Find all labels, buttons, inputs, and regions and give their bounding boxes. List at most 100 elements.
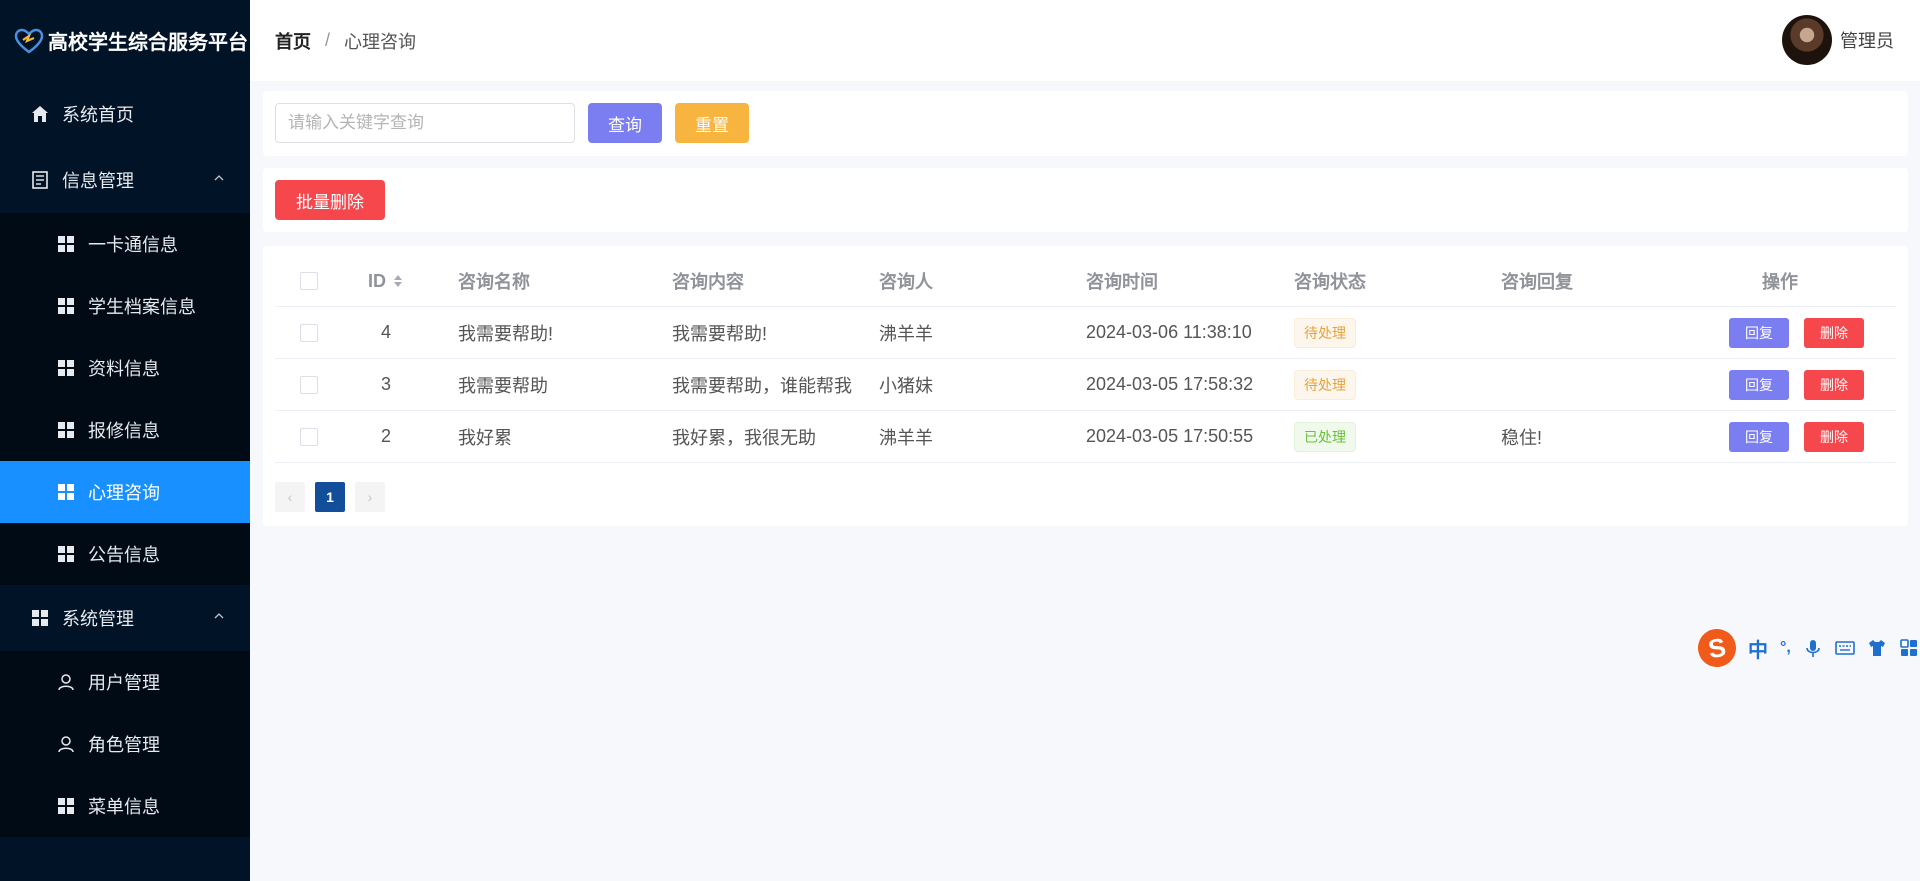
sidebar-submenu-system: 用户管理 角色管理 菜单信息	[0, 651, 250, 837]
row-checkbox[interactable]	[300, 427, 318, 446]
query-button[interactable]: 查询	[588, 103, 662, 143]
status-badge: 已处理	[1294, 421, 1356, 452]
app-logo[interactable]: 高校学生综合服务平台	[0, 0, 250, 81]
reply-button[interactable]: 回复	[1729, 369, 1789, 400]
cell-id: 3	[380, 374, 391, 394]
cell-name: 我需要帮助!	[458, 323, 554, 344]
header-person: 咨询人	[879, 272, 933, 292]
delete-button[interactable]: 删除	[1804, 369, 1864, 400]
sidebar-group-label: 信息管理	[62, 171, 134, 191]
sidebar-item-materials[interactable]: 资料信息	[0, 337, 250, 399]
cell-content: 我需要帮助，谁能帮我	[672, 375, 852, 396]
ime-language-toggle[interactable]: 中	[1748, 634, 1768, 663]
grid-icon	[58, 422, 74, 438]
chevron-up-icon	[214, 613, 224, 619]
grid-icon	[58, 484, 74, 500]
sidebar-item-menus[interactable]: 菜单信息	[0, 775, 250, 837]
table-header-row: ID 咨询名称 咨询内容 咨询人 咨询时间 咨询状态 咨询回复 操作	[275, 256, 1896, 307]
cell-person: 沸羊羊	[879, 427, 933, 448]
header-ops: 操作	[1762, 272, 1798, 292]
sidebar-item-notice[interactable]: 公告信息	[0, 523, 250, 585]
header-id-label: ID	[368, 270, 386, 291]
user-menu[interactable]: 管理员	[1782, 15, 1894, 65]
user-name[interactable]: 管理员	[1840, 27, 1894, 53]
sidebar-submenu-info: 一卡通信息 学生档案信息 资料信息 报修信息 心理咨询 公告信息	[0, 213, 250, 585]
sidebar-group-label: 系统管理	[62, 609, 134, 629]
row-select-cell	[300, 359, 318, 410]
cell-ops: 回复 删除	[1729, 307, 1879, 358]
apps-icon[interactable]	[1899, 638, 1919, 658]
sidebar-item-users[interactable]: 用户管理	[0, 651, 250, 713]
sidebar-group-system[interactable]: 系统管理	[0, 585, 250, 651]
sidebar-item-counseling[interactable]: 心理咨询	[0, 461, 250, 523]
search-panel: 查询 重置	[263, 91, 1908, 156]
select-all-checkbox[interactable]	[300, 272, 318, 290]
reply-button[interactable]: 回复	[1729, 421, 1789, 452]
header-time: 咨询时间	[1086, 272, 1158, 292]
table-row: 4 我需要帮助! 我需要帮助! 沸羊羊 2024-03-06 11:38:10 …	[275, 307, 1896, 359]
table-row: 3 我需要帮助 我需要帮助，谁能帮我 小猪妹 2024-03-05 17:58:…	[275, 359, 1896, 411]
shirt-icon[interactable]	[1867, 638, 1887, 658]
sidebar-item-label: 菜单信息	[88, 797, 160, 817]
reset-button[interactable]: 重置	[675, 103, 749, 143]
sidebar-item-label: 用户管理	[88, 673, 160, 693]
breadcrumb-separator: /	[325, 30, 331, 50]
avatar[interactable]	[1782, 15, 1832, 65]
header-name: 咨询名称	[458, 272, 530, 292]
sidebar-item-label: 一卡通信息	[88, 235, 178, 255]
cell-person: 沸羊羊	[879, 323, 933, 344]
microphone-icon[interactable]	[1803, 638, 1823, 658]
header-content: 咨询内容	[672, 272, 744, 292]
next-page-button[interactable]: ›	[355, 482, 385, 512]
row-checkbox[interactable]	[300, 323, 318, 342]
home-icon	[32, 106, 48, 122]
header-reply: 咨询回复	[1501, 272, 1573, 292]
ime-toolbar[interactable]: S 中 °,	[1694, 625, 1920, 671]
pagination: ‹ 1 ›	[275, 482, 395, 512]
page-number-current[interactable]: 1	[315, 482, 345, 512]
cell-status: 待处理	[1294, 359, 1356, 410]
keyboard-icon[interactable]	[1835, 638, 1855, 658]
breadcrumb-current: 心理咨询	[344, 31, 417, 52]
cell-status: 待处理	[1294, 307, 1356, 358]
cell-name: 我好累	[458, 427, 512, 448]
row-select-cell	[300, 411, 318, 462]
reply-button[interactable]: 回复	[1729, 317, 1789, 348]
delete-button[interactable]: 删除	[1804, 317, 1864, 348]
ime-logo-icon[interactable]: S	[1694, 625, 1740, 671]
prev-page-button[interactable]: ‹	[275, 482, 305, 512]
action-panel: 批量删除	[263, 168, 1908, 232]
cell-id: 4	[380, 322, 391, 342]
status-badge: 待处理	[1294, 317, 1356, 348]
user-icon	[58, 674, 74, 691]
sort-icon[interactable]	[392, 273, 404, 289]
grid-icon	[58, 236, 74, 252]
select-all-cell	[300, 256, 318, 306]
table-panel: ID 咨询名称 咨询内容 咨询人 咨询时间 咨询状态 咨询回复 操作 4 我需要…	[263, 246, 1908, 526]
app-title: 高校学生综合服务平台	[48, 32, 248, 54]
sidebar-item-card-info[interactable]: 一卡通信息	[0, 213, 250, 275]
document-icon	[32, 171, 48, 189]
delete-button[interactable]: 删除	[1804, 421, 1864, 452]
sidebar-item-label: 角色管理	[88, 735, 160, 755]
top-header: 首页 / 心理咨询 管理员	[250, 0, 1920, 81]
sidebar-group-info[interactable]: 信息管理	[0, 147, 250, 213]
grid-icon	[58, 298, 74, 314]
search-input[interactable]	[275, 103, 575, 143]
ime-punctuation-toggle[interactable]: °,	[1780, 639, 1791, 657]
sidebar-item-student-archive[interactable]: 学生档案信息	[0, 275, 250, 337]
cell-time: 2024-03-06 11:38:10	[1086, 322, 1252, 342]
counseling-table: ID 咨询名称 咨询内容 咨询人 咨询时间 咨询状态 咨询回复 操作 4 我需要…	[275, 256, 1896, 463]
cell-status: 已处理	[1294, 411, 1356, 462]
header-id[interactable]: ID	[355, 256, 417, 306]
status-badge: 待处理	[1294, 369, 1356, 400]
grid-icon	[58, 798, 74, 814]
row-checkbox[interactable]	[300, 375, 318, 394]
heart-logo-icon	[14, 28, 44, 54]
sidebar-item-home[interactable]: 系统首页	[0, 81, 250, 147]
sidebar-item-roles[interactable]: 角色管理	[0, 713, 250, 775]
breadcrumb-home[interactable]: 首页	[275, 28, 311, 54]
grid-icon	[32, 610, 48, 626]
batch-delete-button[interactable]: 批量删除	[275, 180, 385, 220]
sidebar-item-repair[interactable]: 报修信息	[0, 399, 250, 461]
